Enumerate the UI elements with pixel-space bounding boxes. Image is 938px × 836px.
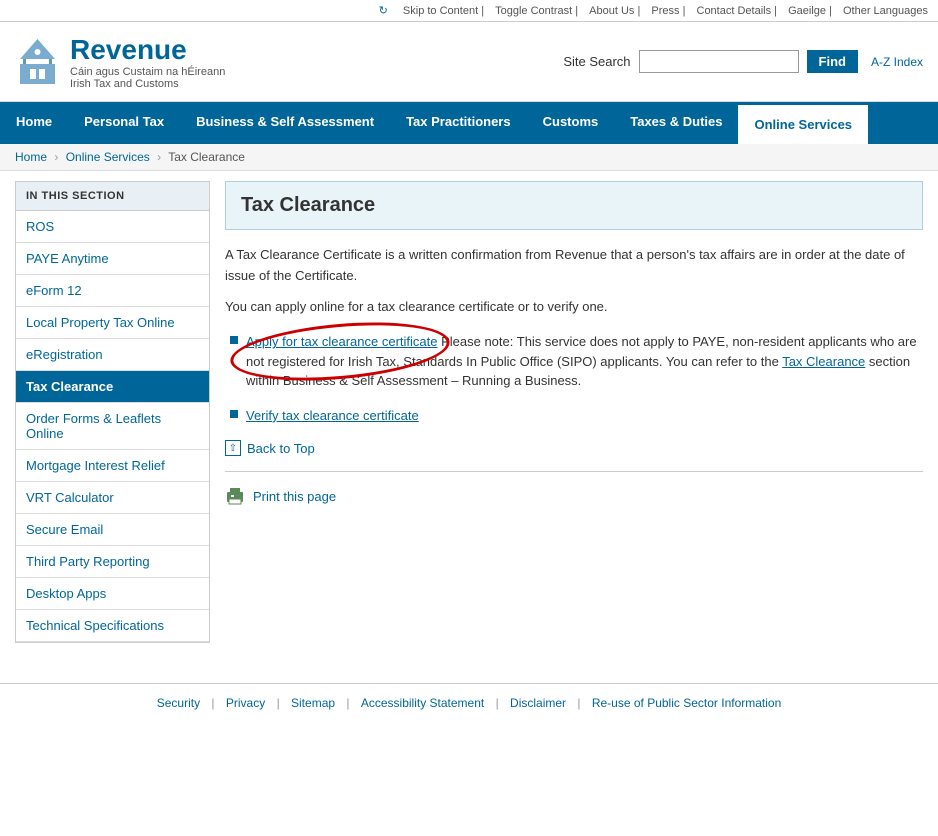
back-to-top-section: ⇧ Back to Top	[225, 440, 923, 456]
footer-accessibility-link[interactable]: Accessibility Statement	[361, 696, 484, 710]
intro-paragraph-2: You can apply online for a tax clearance…	[225, 297, 923, 318]
utility-bar: ↻ Skip to Content | Toggle Contrast | Ab…	[0, 0, 938, 22]
footer-sitemap-link[interactable]: Sitemap	[291, 696, 335, 710]
search-input[interactable]	[639, 50, 799, 73]
sidebar-item-desktop-apps[interactable]: Desktop Apps	[16, 578, 209, 610]
logo-revenue: Revenue	[70, 34, 225, 66]
nav-personal-tax[interactable]: Personal Tax	[68, 102, 180, 144]
sidebar-item-ros[interactable]: ROS	[16, 211, 209, 243]
nav-business-self-assessment[interactable]: Business & Self Assessment	[180, 102, 390, 144]
other-languages-link[interactable]: Other Languages	[843, 5, 928, 17]
page-body: IN THIS SECTION ROS PAYE Anytime eForm 1…	[0, 171, 938, 653]
contact-details-link[interactable]: Contact Details	[697, 5, 772, 17]
nav-home[interactable]: Home	[0, 102, 68, 144]
apply-tax-clearance-link[interactable]: Apply for tax clearance certificate	[246, 334, 437, 349]
nav-online-services[interactable]: Online Services	[738, 102, 868, 144]
sidebar-section-label: IN THIS SECTION	[16, 182, 209, 211]
verify-bullet-item: Verify tax clearance certificate	[225, 406, 923, 426]
breadcrumb: Home › Online Services › Tax Clearance	[0, 144, 938, 171]
gaeilge-link[interactable]: Gaeilge	[788, 5, 826, 17]
sidebar-item-mortgage-interest[interactable]: Mortgage Interest Relief	[16, 450, 209, 482]
search-label: Site Search	[563, 54, 630, 69]
logo-subtext2: Irish Tax and Customs	[70, 78, 225, 90]
main-navigation: Home Personal Tax Business & Self Assess…	[0, 102, 938, 144]
footer-disclaimer-link[interactable]: Disclaimer	[510, 696, 566, 710]
page-title: Tax Clearance	[241, 194, 907, 217]
back-to-top-link[interactable]: Back to Top	[247, 441, 315, 456]
search-area: Site Search Find A-Z Index	[563, 50, 923, 73]
nav-customs[interactable]: Customs	[527, 102, 615, 144]
sidebar-item-order-forms[interactable]: Order Forms & Leaflets Online	[16, 403, 209, 450]
print-icon	[225, 487, 245, 505]
apply-text: Apply for tax clearance certificate Plea…	[246, 332, 923, 391]
print-section: Print this page	[225, 487, 923, 505]
print-page-link[interactable]: Print this page	[253, 489, 336, 504]
sidebar-item-vrt-calculator[interactable]: VRT Calculator	[16, 482, 209, 514]
back-to-top-icon: ⇧	[225, 440, 241, 456]
intro-paragraph-1: A Tax Clearance Certificate is a written…	[225, 245, 923, 287]
breadcrumb-home[interactable]: Home	[15, 150, 47, 164]
footer: Security | Privacy | Sitemap | Accessibi…	[0, 683, 938, 722]
header: Revenue Cáin agus Custaim na hÉireann Ir…	[0, 22, 938, 102]
footer-security-link[interactable]: Security	[157, 696, 200, 710]
sidebar-item-eregistration[interactable]: eRegistration	[16, 339, 209, 371]
page-title-box: Tax Clearance	[225, 181, 923, 230]
sidebar-item-technical-specifications[interactable]: Technical Specifications	[16, 610, 209, 642]
bullet-icon-2	[230, 410, 238, 418]
logo-subtext1: Cáin agus Custaim na hÉireann	[70, 66, 225, 78]
apply-link-section: Apply for tax clearance certificate Plea…	[225, 332, 923, 391]
logo-area: Revenue Cáin agus Custaim na hÉireann Ir…	[15, 34, 225, 90]
sidebar-item-secure-email[interactable]: Secure Email	[16, 514, 209, 546]
find-button[interactable]: Find	[807, 50, 858, 73]
breadcrumb-current: Tax Clearance	[168, 150, 245, 164]
verify-text: Verify tax clearance certificate	[246, 406, 419, 426]
footer-privacy-link[interactable]: Privacy	[226, 696, 265, 710]
sidebar-item-third-party-reporting[interactable]: Third Party Reporting	[16, 546, 209, 578]
verify-tax-clearance-link[interactable]: Verify tax clearance certificate	[246, 408, 419, 423]
revenue-logo-icon	[15, 34, 60, 89]
main-content: Tax Clearance A Tax Clearance Certificat…	[225, 181, 923, 643]
nav-tax-practitioners[interactable]: Tax Practitioners	[390, 102, 527, 144]
sidebar: IN THIS SECTION ROS PAYE Anytime eForm 1…	[15, 181, 210, 643]
bullet-icon	[230, 336, 238, 344]
tax-clearance-ref-link[interactable]: Tax Clearance	[782, 354, 865, 369]
sidebar-item-eform12[interactable]: eForm 12	[16, 275, 209, 307]
content-divider	[225, 471, 923, 472]
az-index-link[interactable]: A-Z Index	[871, 55, 923, 69]
toggle-contrast-link[interactable]: Toggle Contrast	[495, 5, 572, 17]
sidebar-item-tax-clearance[interactable]: Tax Clearance	[16, 371, 209, 403]
about-us-link[interactable]: About Us	[589, 5, 634, 17]
footer-reuse-link[interactable]: Re-use of Public Sector Information	[592, 696, 781, 710]
breadcrumb-online-services[interactable]: Online Services	[66, 150, 150, 164]
apply-bullet-item: Apply for tax clearance certificate Plea…	[225, 332, 923, 391]
press-link[interactable]: Press	[651, 5, 679, 17]
sidebar-item-paye-anytime[interactable]: PAYE Anytime	[16, 243, 209, 275]
skip-to-content-link[interactable]: Skip to Content	[403, 5, 478, 17]
sidebar-item-local-property-tax[interactable]: Local Property Tax Online	[16, 307, 209, 339]
nav-taxes-duties[interactable]: Taxes & Duties	[614, 102, 738, 144]
